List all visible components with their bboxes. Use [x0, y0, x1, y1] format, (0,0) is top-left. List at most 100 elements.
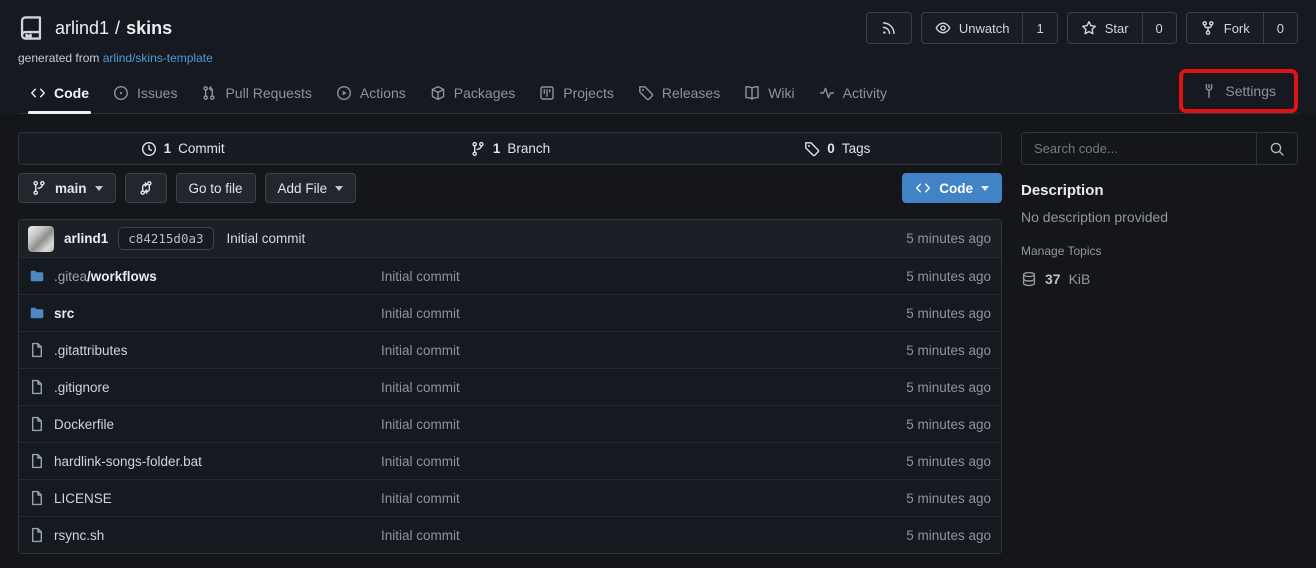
code-download-button[interactable]: Code	[902, 173, 1002, 203]
file-commit-time: 5 minutes ago	[811, 343, 1001, 358]
file-commit-message[interactable]: Initial commit	[381, 454, 811, 469]
file-commit-message[interactable]: Initial commit	[381, 269, 811, 284]
tab-label: Pull Requests	[225, 85, 311, 101]
tab-actions[interactable]: Actions	[324, 73, 418, 113]
file-name-link[interactable]: rsync.sh	[19, 527, 381, 543]
rss-button[interactable]	[866, 12, 912, 44]
search-button[interactable]	[1256, 133, 1297, 164]
tab-packages[interactable]: Packages	[418, 73, 527, 113]
tab-pull-requests[interactable]: Pull Requests	[189, 73, 323, 113]
fork-label: Fork	[1224, 21, 1250, 36]
repo-owner-link[interactable]: arlind1	[55, 18, 109, 39]
table-row: rsync.sh Initial commit 5 minutes ago	[19, 516, 1001, 553]
unwatch-button[interactable]: Unwatch	[922, 13, 1023, 43]
tab-issues[interactable]: Issues	[101, 73, 189, 113]
branch-selector[interactable]: main	[18, 173, 116, 203]
file-name-link[interactable]: .gitea/workflows	[19, 268, 381, 284]
issue-opened-icon	[113, 85, 129, 101]
tab-releases[interactable]: Releases	[626, 73, 732, 113]
history-icon	[141, 141, 157, 157]
repo-main: 1 Commit 1 Branch 0 Tags main	[0, 114, 1316, 554]
file-name-link[interactable]: hardlink-songs-folder.bat	[19, 453, 381, 469]
file-commit-message[interactable]: Initial commit	[381, 417, 811, 432]
repo-size: 37 KiB	[1021, 271, 1298, 287]
entry-name: .gitattributes	[54, 343, 128, 358]
template-repo-link[interactable]: arlind/skins-template	[103, 51, 213, 65]
branches-stat[interactable]: 1 Branch	[346, 141, 673, 157]
fork-button[interactable]: Fork	[1187, 13, 1263, 43]
tab-projects[interactable]: Projects	[527, 73, 626, 113]
repo-size-unit: KiB	[1069, 271, 1091, 287]
manage-topics-link[interactable]: Manage Topics	[1021, 244, 1102, 258]
tabs-spacer	[899, 73, 1179, 113]
table-row: Dockerfile Initial commit 5 minutes ago	[19, 405, 1001, 442]
avatar[interactable]	[28, 226, 54, 252]
code-icon	[915, 180, 931, 196]
tab-code[interactable]: Code	[18, 73, 101, 113]
file-commit-message[interactable]: Initial commit	[381, 343, 811, 358]
tab-label: Packages	[454, 85, 515, 101]
git-pull-request-icon	[201, 85, 217, 101]
code-icon	[30, 85, 46, 101]
file-name-link[interactable]: src	[19, 305, 381, 321]
tags-stat[interactable]: 0 Tags	[674, 141, 1001, 157]
file-name-link[interactable]: Dockerfile	[19, 416, 381, 432]
commit-message-link[interactable]: Initial commit	[227, 231, 306, 246]
file-commit-message[interactable]: Initial commit	[381, 528, 811, 543]
file-commit-time: 5 minutes ago	[811, 417, 1001, 432]
repo-icon	[18, 15, 44, 41]
file-commit-message[interactable]: Initial commit	[381, 380, 811, 395]
commit-label: Commit	[178, 141, 225, 156]
tab-label: Code	[54, 85, 89, 101]
repo-toolbar: main Go to file Add File Code	[18, 173, 1002, 203]
repo-name-link[interactable]: skins	[126, 18, 172, 39]
file-icon	[29, 342, 45, 358]
folder-icon	[29, 305, 45, 321]
commit-time: 5 minutes ago	[811, 231, 1001, 246]
file-name-link[interactable]: .gitattributes	[19, 342, 381, 358]
watch-count[interactable]: 1	[1022, 13, 1056, 43]
latest-commit-row: arlind1 c84215d0a3 Initial commit 5 minu…	[19, 220, 1001, 257]
star-count[interactable]: 0	[1142, 13, 1176, 43]
file-commit-message[interactable]: Initial commit	[381, 306, 811, 321]
table-row: .gitignore Initial commit 5 minutes ago	[19, 368, 1001, 405]
tab-label: Actions	[360, 85, 406, 101]
commit-author-link[interactable]: arlind1	[64, 231, 108, 246]
file-name-link[interactable]: .gitignore	[19, 379, 381, 395]
database-icon	[1021, 271, 1037, 287]
file-commit-message[interactable]: Initial commit	[381, 491, 811, 506]
tab-activity[interactable]: Activity	[807, 73, 899, 113]
file-table: arlind1 c84215d0a3 Initial commit 5 minu…	[18, 219, 1002, 554]
go-to-file-button[interactable]: Go to file	[176, 173, 256, 203]
file-name-link[interactable]: LICENSE	[19, 490, 381, 506]
tab-label: Settings	[1225, 83, 1276, 99]
eye-icon	[935, 20, 951, 36]
fork-count[interactable]: 0	[1263, 13, 1297, 43]
commit-count: 1	[164, 141, 172, 156]
commit-hash-link[interactable]: c84215d0a3	[118, 227, 213, 250]
compare-button[interactable]	[125, 173, 167, 203]
tab-settings[interactable]: Settings	[1189, 83, 1288, 99]
generated-from-text: generated from	[18, 51, 99, 65]
repo-content-column: 1 Commit 1 Branch 0 Tags main	[18, 132, 1002, 554]
unwatch-label: Unwatch	[959, 21, 1010, 36]
tab-wiki[interactable]: Wiki	[732, 73, 806, 113]
add-file-label: Add File	[278, 181, 328, 196]
table-row: .gitattributes Initial commit 5 minutes …	[19, 331, 1001, 368]
file-icon	[29, 490, 45, 506]
entry-name: hardlink-songs-folder.bat	[54, 454, 202, 469]
git-compare-icon	[138, 180, 154, 196]
tag-icon	[804, 141, 820, 157]
entry-name: rsync.sh	[54, 528, 104, 543]
star-button[interactable]: Star	[1068, 13, 1142, 43]
entry-name: .gitignore	[54, 380, 110, 395]
repo-separator: /	[115, 18, 120, 39]
page-title: arlind1 / skins	[55, 18, 172, 39]
watch-button-group: Unwatch 1	[921, 12, 1058, 44]
commits-stat[interactable]: 1 Commit	[19, 141, 346, 157]
tab-label: Releases	[662, 85, 720, 101]
star-button-group: Star 0	[1067, 12, 1177, 44]
add-file-button[interactable]: Add File	[265, 173, 357, 203]
description-heading: Description	[1021, 182, 1298, 199]
search-input[interactable]	[1022, 133, 1256, 164]
